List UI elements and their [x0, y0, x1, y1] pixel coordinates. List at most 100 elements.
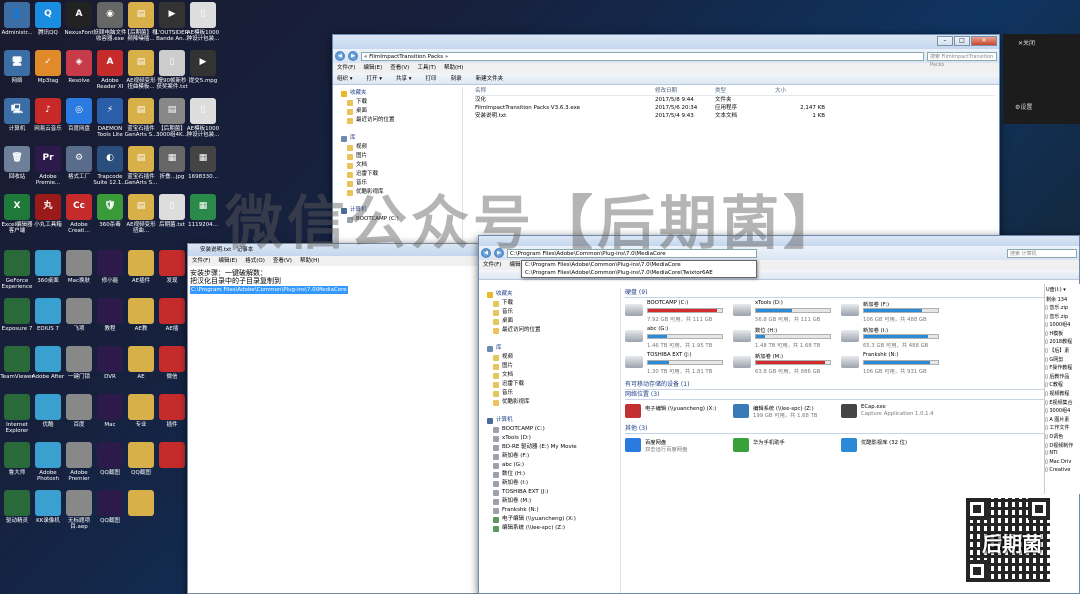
desktop-icon[interactable]: EDIUS 7	[31, 298, 65, 346]
nav-item[interactable]: 最近访问的位置	[333, 116, 462, 125]
desktop-icon[interactable]: ▤ AE视频变形扭曲...	[124, 194, 158, 242]
nav-item[interactable]: 库	[479, 344, 620, 353]
desktop-icon[interactable]: ▦ 1698330...	[186, 146, 220, 194]
desktop-icon[interactable]: 微信	[155, 346, 189, 394]
autocomplete-item[interactable]: C:\Program Files\Adobe\Common\Plug-ins\7…	[522, 269, 756, 277]
nav-item[interactable]: 新加卷 (M:)	[479, 497, 620, 506]
udisk-item[interactable]: ▯ 3000组4	[1045, 407, 1080, 416]
nav-item[interactable]: 视频	[333, 143, 462, 152]
minimize-button[interactable]: –	[937, 36, 953, 46]
desktop-icon[interactable]: Q 腾讯QQ	[31, 2, 65, 50]
desktop-icon[interactable]: ▶ L'OUTSIDER Bande An...	[155, 2, 189, 50]
desktop-icon[interactable]: ▯ 后期菌.txt	[155, 194, 189, 242]
desktop-icon[interactable]: QQ截图	[93, 442, 127, 490]
desktop-icon[interactable]: 360桌面	[31, 250, 65, 298]
desktop-icon[interactable]: 🖳 计算机	[0, 98, 34, 146]
column-header-item[interactable]: 类型	[715, 87, 775, 95]
desktop-icon[interactable]: Internet Explorer	[0, 394, 34, 442]
file-row[interactable]: 安装说明.txt 2017/5/4 9:43 文本文档 1 KB	[475, 112, 995, 120]
udisk-item[interactable]: ▯ 2018教程	[1045, 338, 1080, 347]
desktop-icon[interactable]: Adobe Premier	[62, 442, 96, 490]
location-item[interactable]: ECap.exe Capture Application 1.0.1.4	[841, 402, 941, 422]
desktop-icon[interactable]: X Excel编辑器客户端	[0, 194, 34, 242]
udisk-item[interactable]: ▯ NTI	[1045, 450, 1080, 459]
nav-item[interactable]: 音乐	[479, 389, 620, 398]
nav-item[interactable]: 收藏夹	[333, 89, 462, 98]
desktop-icon[interactable]: ♪ 网易云音乐	[31, 98, 65, 146]
column-header-item[interactable]: 修改日期	[655, 87, 715, 95]
close-link[interactable]: ✕关闭	[1018, 38, 1035, 47]
nav-item[interactable]: 文档	[479, 371, 620, 380]
desktop-icon[interactable]: Mac换肤	[62, 250, 96, 298]
nav-item[interactable]: 编辑系统 (\\lee-spc) (Z:)	[479, 524, 620, 533]
nav-item[interactable]: TOSHIBA EXT (J:)	[479, 488, 620, 497]
search-input[interactable]: 搜索 计算机	[1007, 248, 1077, 258]
desktop-icon[interactable]: Adobe Photosh	[31, 442, 65, 490]
desktop-icon[interactable]: 👤 Administr...	[0, 2, 34, 50]
nav-item[interactable]: 下载	[479, 299, 620, 308]
column-header-item[interactable]: 大小	[775, 87, 825, 95]
desktop-icon[interactable]: 驱动精灵	[0, 490, 34, 538]
desktop-icon[interactable]: AE教	[124, 298, 158, 346]
desktop-icon[interactable]: GeForce Experience	[0, 250, 34, 298]
nav-item[interactable]: 库	[333, 134, 462, 143]
desktop-icon[interactable]: 专业	[124, 394, 158, 442]
back-icon[interactable]: ◀	[335, 51, 345, 61]
nav-item[interactable]: 数位 (H:)	[479, 470, 620, 479]
toolbar-button[interactable]: 组织 ▾	[337, 73, 353, 84]
search-input[interactable]: 搜索 FilmImpactTransition Packs	[927, 51, 997, 68]
desktop-icon[interactable]: ▶ 提交5.mpg	[186, 50, 220, 98]
nav-item[interactable]: 新加卷 (I:)	[479, 479, 620, 488]
toolbar-button[interactable]: 共享 ▾	[396, 73, 412, 84]
udisk-item[interactable]: ▯ Mac Driv	[1045, 459, 1080, 468]
desktop-icon[interactable]: Pr Adobe Premie...	[31, 146, 65, 194]
menu-item[interactable]: 文件(F)	[337, 63, 355, 73]
udisk-item[interactable]: ▯ A 图片素	[1045, 416, 1080, 425]
desktop-icon[interactable]: 🖥 网络	[0, 50, 34, 98]
nav-item[interactable]: 桌面	[479, 317, 620, 326]
desktop-icon[interactable]: 百度	[62, 394, 96, 442]
nav-item[interactable]: 收藏夹	[479, 290, 620, 299]
drive-item[interactable]: abc (G:) 1.46 TB 可用，共 1.95 TB	[625, 326, 725, 354]
drive-item[interactable]: 新加卷 (I:) 65.3 GB 可用，共 488 GB	[841, 326, 941, 354]
desktop-icon[interactable]: 优酷	[31, 394, 65, 442]
desktop-icon[interactable]: 无标题项目.aep	[62, 490, 96, 538]
udisk-item[interactable]: ▯ D调色	[1045, 433, 1080, 442]
desktop-icon[interactable]	[124, 490, 158, 538]
menu-item[interactable]: 文件(F)	[483, 260, 501, 270]
autocomplete-item[interactable]: C:\Program Files\Adobe\Common\Plug-ins\7…	[522, 261, 756, 269]
nav-item[interactable]: 文档	[333, 161, 462, 170]
udisk-item[interactable]: ▯ 工作文件	[1045, 424, 1080, 433]
desktop-icon[interactable]: ◈ Resolve	[62, 50, 96, 98]
location-item[interactable]: 百度网盘 双击运行百度网盘	[625, 436, 725, 456]
nav-item[interactable]: 桌面	[333, 107, 462, 116]
file-row[interactable]: 汉化 2017/5/8 9:44 文件夹	[475, 96, 995, 104]
desktop-icon[interactable]: ⚙ 格式工厂	[62, 146, 96, 194]
nav-item[interactable]: 计算机	[479, 416, 620, 425]
menu-item[interactable]: 帮助(H)	[444, 63, 463, 73]
toolbar-button[interactable]: 打开 ▾	[367, 73, 383, 84]
udisk-item[interactable]: ▯ G网剪	[1045, 356, 1080, 365]
desktop-icon[interactable]: ▤ 【后期菌】视频降噪插...	[124, 2, 158, 50]
desktop-icon[interactable]: 发现	[155, 250, 189, 298]
window-titlebar[interactable]: – □ ✕	[333, 35, 999, 49]
udisk-item[interactable]: ▯ H模板	[1045, 330, 1080, 339]
notepad-window[interactable]: 安装说明.txt - 记事本 文件(F) 编辑(E) 格式(O) 查看(V) 帮助(H)…	[187, 243, 479, 594]
udisk-item[interactable]: ▯ 音乐.zip	[1045, 313, 1080, 322]
maximize-button[interactable]: □	[954, 36, 970, 46]
desktop-icon[interactable]: QQ截图	[124, 442, 158, 490]
text-area[interactable]: 安装步骤：一键破解数： 把汉化目录中的子目录复制到 C:\Program Fil…	[188, 266, 478, 297]
toolbar-button[interactable]: 刻录	[451, 73, 462, 84]
location-item[interactable]: 优酷影视库 (32 位)	[841, 436, 941, 456]
nav-item[interactable]: 电子编辑 (\\yuancheng) (X:)	[479, 515, 620, 524]
nav-item[interactable]: 音乐	[479, 308, 620, 317]
desktop-icon[interactable]: ▤ AE视频变形扭曲模板...	[124, 50, 158, 98]
nav-item[interactable]: xTools (D:)	[479, 434, 620, 443]
nav-item[interactable]: BD-RE 驱动器 (E:) My Movie	[479, 443, 620, 452]
drive-item[interactable]: 数位 (H:) 1.48 TB 可用，共 1.68 TB	[733, 326, 833, 354]
udisk-item[interactable]: ▯ F操作教程	[1045, 364, 1080, 373]
desktop-icon[interactable]: ▯ 慢90帧新秒获奖案件.txt	[155, 50, 189, 98]
desktop-icon[interactable]: Mac	[93, 394, 127, 442]
desktop-icon[interactable]: ▤ 【后期菌】3000组4K...	[155, 98, 189, 146]
location-item[interactable]: 电子编辑 (\\yuancheng) (X:)	[625, 402, 725, 422]
